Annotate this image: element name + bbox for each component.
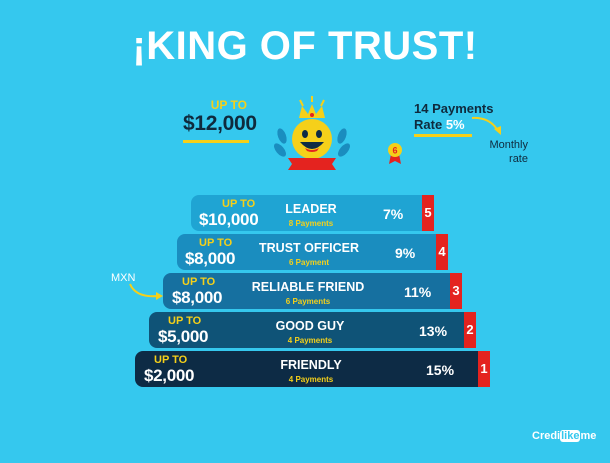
tier-amount: $2,000 (144, 366, 195, 385)
tier-rate: 7% (383, 206, 404, 222)
top-amount: $12,000 (183, 112, 257, 135)
tier-rate: 13% (419, 323, 448, 339)
tier-name: GOOD GUY (275, 319, 345, 333)
top-rate-label: Rate (414, 117, 443, 132)
tier-level-badge: 5 (422, 195, 434, 231)
tier-row-level-2: UP TO $5,000 GOOD GUY 4 Payments 13% 2 (149, 312, 476, 348)
tier-amount: $8,000 (172, 288, 223, 307)
tier-payments: 6 Payment (288, 258, 330, 267)
curved-arrow-icon (128, 282, 164, 307)
tier-level-badge: 3 (450, 273, 462, 309)
top-upto-label: UP TO (210, 98, 247, 112)
crown-badge-icon (272, 94, 352, 181)
tier-row-level-5: UP TO $10,000 LEADER 8 Payments 7% 5 (191, 195, 434, 231)
tier-payments: 8 Payments (288, 219, 334, 228)
top-amount-block: UP TO $12,000 (183, 98, 257, 143)
tier-name: TRUST OFFICER (259, 241, 359, 255)
page-title: ¡KING OF TRUST! (132, 24, 478, 68)
medal-number: 6 (392, 146, 397, 156)
tier-payments: 6 Payments (285, 297, 331, 306)
top-rate-underline (414, 134, 472, 137)
tier-row-level-1: UP TO $2,000 FRIENDLY 4 Payments 15% 1 (135, 351, 490, 387)
tier-name: RELIABLE FRIEND (251, 280, 365, 294)
tier-name: FRIENDLY (280, 358, 342, 372)
top-amount-underline (183, 140, 249, 143)
tier-upto-label: UP TO (222, 198, 256, 210)
tier-upto-label: UP TO (199, 237, 233, 249)
tier-rate: 9% (395, 245, 416, 261)
tier-amount: $8,000 (185, 249, 236, 268)
tier-upto-label: UP TO (154, 354, 188, 366)
tier-amount: $5,000 (158, 327, 209, 346)
top-rate-value: 5% (445, 117, 465, 132)
tier-level-badge: 1 (478, 351, 490, 387)
tier-amount: $10,000 (199, 210, 259, 229)
tier-row-level-4: UP TO $8,000 TRUST OFFICER 6 Payment 9% … (177, 234, 448, 270)
tier-row-level-3: UP TO $8,000 RELIABLE FRIEND 6 Payments … (163, 273, 462, 309)
brand-logo: Credilikeme (532, 430, 597, 442)
top-payments: 14 Payments (414, 101, 494, 116)
tier-level-badge: 2 (464, 312, 476, 348)
tier-payments: 4 Payments (287, 336, 333, 345)
tier-rate: 11% (404, 284, 432, 300)
tier-upto-label: UP TO (182, 276, 216, 288)
tier-rate: 15% (426, 362, 455, 378)
medal-icon: 6 (388, 142, 402, 169)
tier-payments: 4 Payments (288, 375, 334, 384)
monthly-rate-label: Monthly rate (489, 139, 528, 165)
tier-name: LEADER (285, 202, 337, 216)
tier-upto-label: UP TO (168, 315, 202, 327)
tier-level-badge: 4 (436, 234, 448, 270)
